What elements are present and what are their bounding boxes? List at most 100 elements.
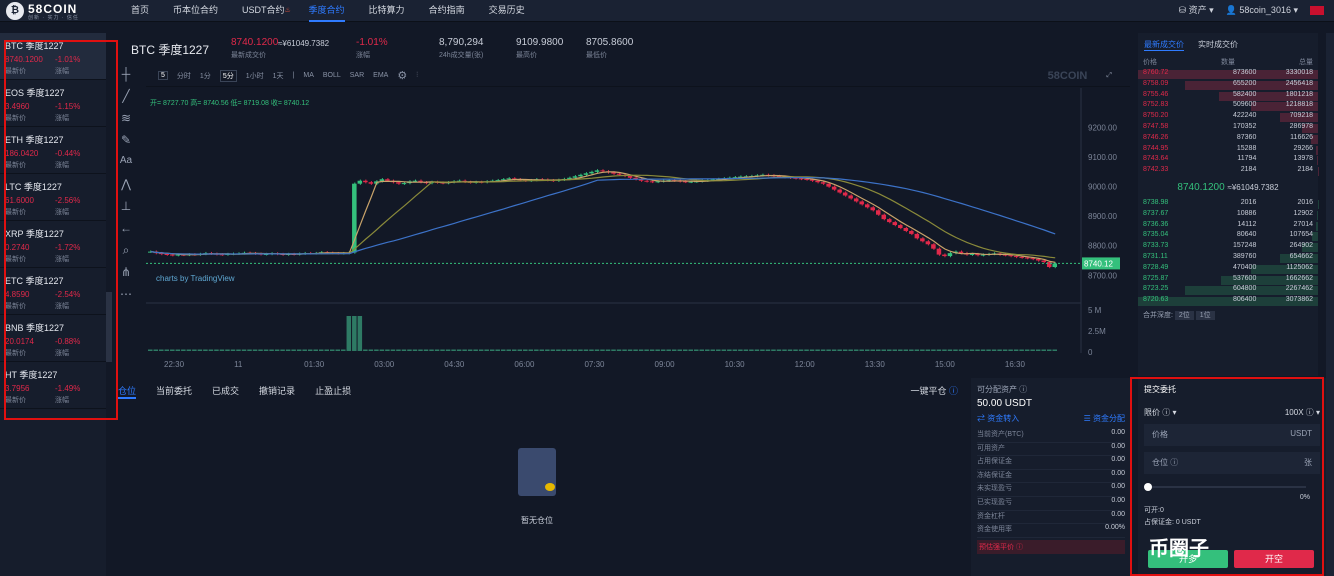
orderbook-row[interactable]: 8750.20 422240 709218 [1138,112,1318,123]
brush-icon[interactable]: ✎ [116,133,136,153]
orderbook-row[interactable]: 8746.26 87360 116626 [1138,134,1318,145]
trendline-icon[interactable]: ╱ [116,89,136,109]
back-arrow-icon[interactable]: ← [116,221,136,241]
account-row: 资金杠杆 0.00 [977,511,1125,525]
user-menu[interactable]: 👤 58coin_3016 ▾ [1226,0,1298,22]
open-short-button[interactable]: 开空 [1234,550,1314,568]
interval-timeline[interactable]: 分时 [177,71,191,81]
volume-bar [958,349,964,351]
sidebar-collapse-handle[interactable] [106,292,112,362]
market-item[interactable]: ETH 季度1227 186.0420 -0.44% 最新价 涨幅 [0,127,106,174]
orderbook-row[interactable]: 8733.73 157248 264902 [1138,242,1318,253]
orderbook-row[interactable]: 8742.33 2184 2184 [1138,166,1318,177]
tab-open-orders[interactable]: 当前委托 [156,384,192,399]
tab-cancelled[interactable]: 撤销记录 [259,384,295,399]
market-change: -2.54% [55,290,81,299]
qty-label-wrap: 仓位 ⓘ [1152,458,1179,467]
indicator-sar[interactable]: SAR [350,72,364,79]
orderbook-row[interactable]: 8720.63 806400 3073862 [1138,296,1318,307]
crosshair-icon[interactable]: ┼ [116,67,136,87]
orderbook-row[interactable]: 8760.72 873600 3330018 [1138,69,1318,80]
order-qty: 14112 [1237,220,1257,228]
tab-latest-price[interactable]: 最新成交价 [1144,39,1184,51]
qty-slider[interactable] [1144,480,1320,494]
tab-positions[interactable]: 仓位 [118,384,137,399]
more-icon[interactable]: ⋯ [116,287,136,307]
ticker-volume: 8,790,294 [439,37,484,48]
orderbook-row[interactable]: 8752.83 509600 1218818 [1138,101,1318,112]
market-item[interactable]: BTC 季度1227 8740.1200 -1.01% 最新价 涨幅 [0,33,106,80]
nav-usdt-contract[interactable]: USDT合约 ♨ [242,0,291,22]
orderbook-row[interactable]: 8747.58 170352 286978 [1138,123,1318,134]
text-icon[interactable]: Aa [116,155,136,175]
market-item[interactable]: BNB 季度1227 20.0174 -0.88% 最新价 涨幅 [0,315,106,362]
orderbook-row[interactable]: 8737.67 10886 12902 [1138,210,1318,221]
indicator-boll[interactable]: BOLL [323,72,341,79]
market-item[interactable]: ETC 季度1227 4.8590 -2.54% 最新价 涨幅 [0,268,106,315]
market-item[interactable]: HT 季度1227 3.7956 -1.49% 最新价 涨幅 [0,362,106,409]
orderbook-row[interactable]: 8744.95 15288 29266 [1138,145,1318,156]
interval-box[interactable]: 5 [158,71,168,80]
indicator-ma[interactable]: MA [303,72,314,79]
assets-menu[interactable]: ⛁ 资产 ▾ [1179,0,1214,22]
interval-5m[interactable]: 5分 [219,69,237,82]
interval-1d[interactable]: 1天 [273,71,284,81]
volume-tick-label: 0 [1088,348,1093,357]
volume-bar [545,349,550,351]
tab-realtime-price[interactable]: 实时成交价 [1198,39,1238,51]
transfer-in-button[interactable]: ⇄ 资金转入 [977,413,1019,424]
orderbook-row[interactable]: 8728.49 470400 1125062 [1138,264,1318,275]
orderbook-row[interactable]: 8743.64 11794 13978 [1138,155,1318,166]
allocate-button[interactable]: ☰ 资金分配 [1084,413,1125,424]
fullscreen-icon[interactable]: ⤢ [1106,72,1112,80]
market-item[interactable]: LTC 季度1227 61.6000 -2.56% 最新价 涨幅 [0,174,106,221]
orderbook-row[interactable]: 8723.25 604800 2267462 [1138,285,1318,296]
leverage-select[interactable]: 100X ⓘ ▾ [1285,407,1320,418]
qty-input[interactable]: 仓位 ⓘ 张 [1144,452,1320,474]
tab-filled[interactable]: 已成交 [212,384,239,399]
nav-history[interactable]: 交易历史 [489,0,525,22]
zoom-icon[interactable]: ⌕ [116,243,136,263]
volume-bar [793,349,798,351]
orderbook-row[interactable]: 8736.36 14112 27014 [1138,221,1318,232]
merge-2[interactable]: 2位 [1174,310,1194,320]
nav-coin-contract[interactable]: 币本位合约 [173,0,218,22]
measure-icon[interactable]: ⊥ [116,199,136,219]
orderbook-row[interactable]: 8725.87 537600 1662662 [1138,275,1318,286]
depth-icon[interactable]: ⫶ [416,72,418,80]
tradingview-brand[interactable]: charts by TradingView [156,274,235,283]
volume-bar [418,349,423,351]
volume-bar [341,349,346,351]
logo[interactable]: ₿ 58COIN 创新 · 实力 · 信任 [6,2,106,21]
nav-quarterly[interactable]: 季度合约 [308,0,345,22]
price-chart[interactable]: 9200.00 9100.00 9000.00 8900.00 8800.00 8700.… [146,88,1130,373]
volume-bar [898,349,903,351]
nav-home[interactable]: 首页 [131,0,149,22]
pattern-icon[interactable]: ⋀ [116,177,136,197]
market-item[interactable]: XRP 季度1227 0.2740 -1.72% 最新价 涨幅 [0,221,106,268]
order-type-select[interactable]: 限价 ⓘ ▾ [1144,407,1176,418]
orderbook-row[interactable]: 8731.11 389760 654662 [1138,253,1318,264]
orderbook-row[interactable]: 8735.04 80640 107654 [1138,231,1318,242]
nav-guide[interactable]: 合约指南 [429,0,465,22]
market-item[interactable]: EOS 季度1227 3.4960 -1.15% 最新价 涨幅 [0,80,106,127]
volume-bar [429,349,434,351]
slider-handle[interactable] [1144,483,1152,491]
orderbook-row[interactable]: 8758.09 655200 2456418 [1138,80,1318,91]
close-all-button[interactable]: 一键平仓 ⓘ [910,384,958,399]
nav-hashrate[interactable]: 比特算力 [369,0,405,22]
fib-icon[interactable]: ≋ [116,111,136,131]
interval-1h[interactable]: 1小时 [246,71,264,81]
magnet-icon[interactable]: ⋔ [116,265,136,285]
price-input[interactable]: 价格 USDT [1144,424,1320,446]
indicator-ema[interactable]: EMA [373,72,388,79]
merge-1[interactable]: 1位 [1195,310,1215,320]
orderbook-row[interactable]: 8755.46 582400 1801218 [1138,91,1318,102]
candle-body [903,228,909,231]
settings-icon[interactable]: ⚙ [397,69,407,82]
tab-tp-sl[interactable]: 止盈止损 [315,384,351,399]
interval-1m[interactable]: 1分 [200,71,211,81]
orderbook-row[interactable]: 8738.98 2016 2016 [1138,199,1318,210]
volume-bar [318,349,324,351]
language-flag-icon[interactable] [1310,6,1324,15]
